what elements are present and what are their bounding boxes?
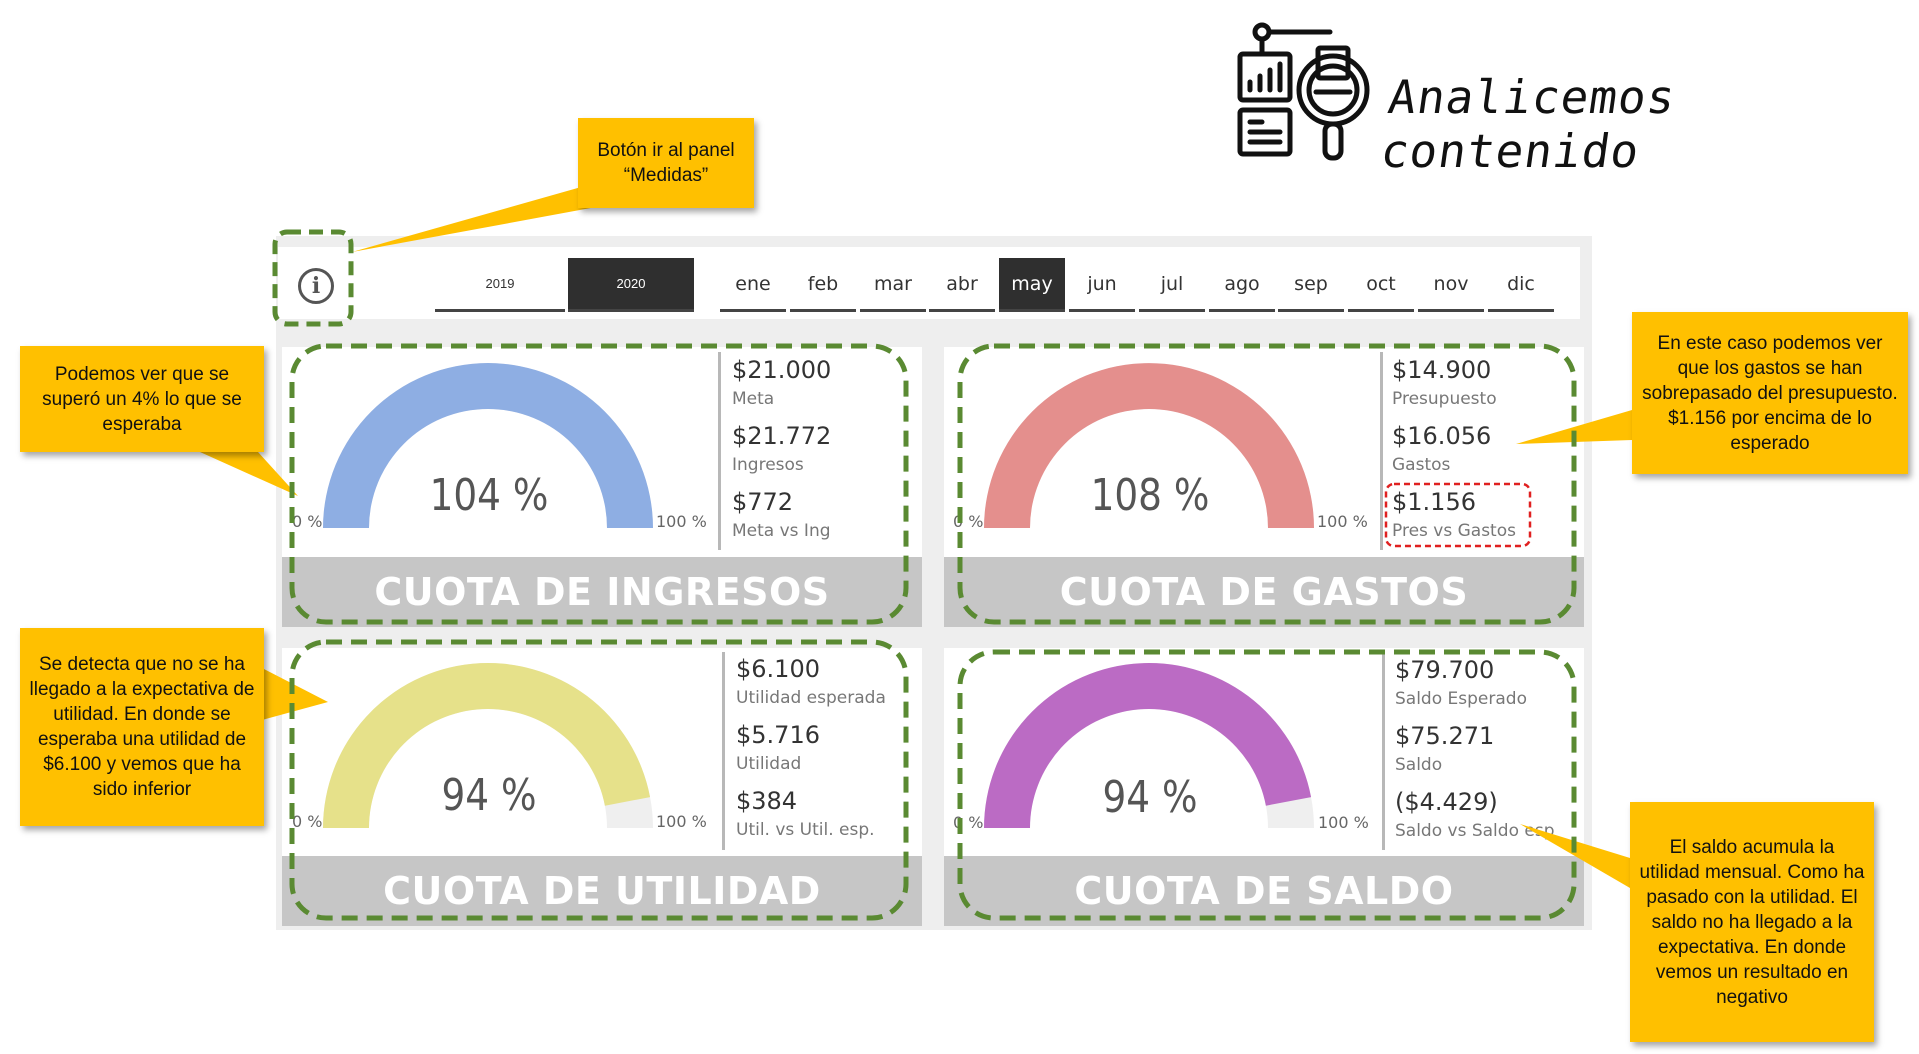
screenshot-stage: i 2019 2020 ene feb mar abr may jun jul ago sep o… xyxy=(0,0,1919,1054)
page-title: Analicemos contenido xyxy=(1377,70,1680,178)
